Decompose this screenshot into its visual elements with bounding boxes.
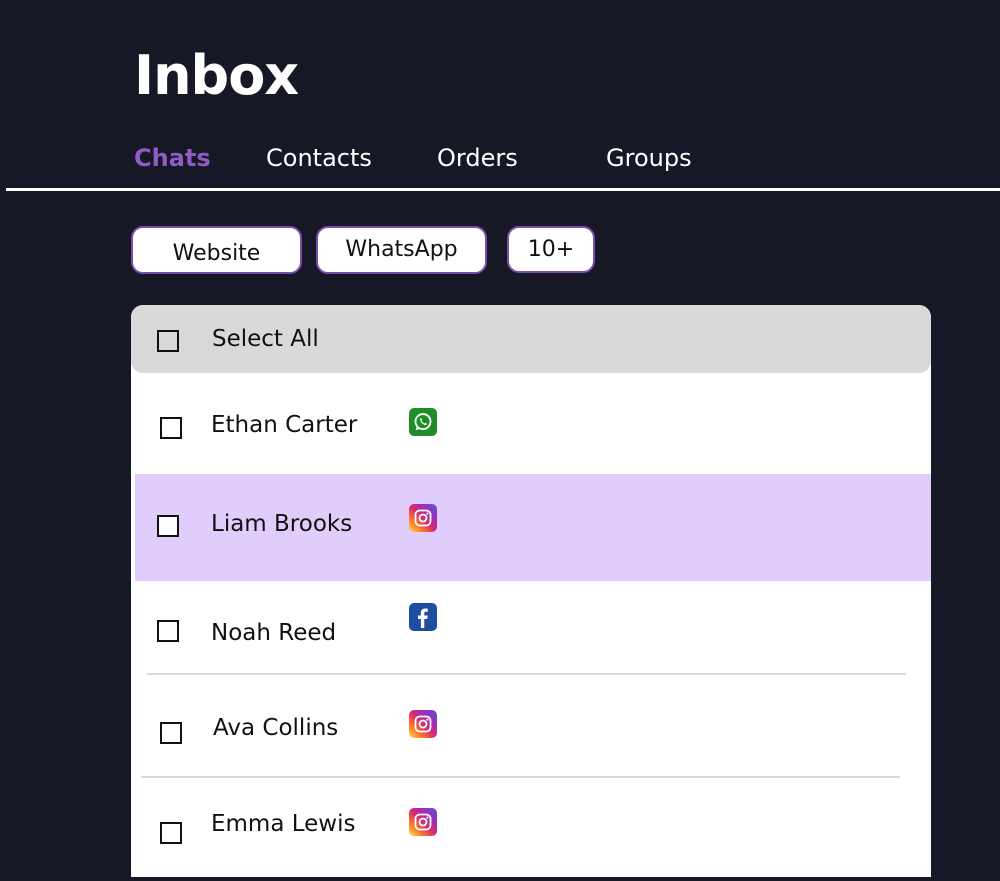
list-item[interactable]: Ethan Carter [135,373,931,474]
tab-orders[interactable]: Orders [437,142,518,174]
tab-contacts[interactable]: Contacts [266,142,372,174]
row-checkbox[interactable] [160,822,182,844]
filter-chip-website[interactable]: Website [131,226,302,274]
list-item[interactable]: Emma Lewis [135,778,931,877]
whatsapp-icon [409,408,437,436]
list-item[interactable]: Ava Collins [135,676,931,776]
select-all-checkbox[interactable] [157,330,179,352]
page-title: Inbox [134,44,299,107]
list-item[interactable]: Liam Brooks [135,474,931,581]
row-divider [147,673,906,675]
row-checkbox[interactable] [160,417,182,439]
instagram-icon [409,808,437,836]
contact-name: Ava Collins [213,715,339,741]
select-all-bar[interactable]: Select All [131,305,931,373]
facebook-icon [409,603,437,631]
contact-name: Liam Brooks [211,511,353,537]
row-checkbox[interactable] [160,722,182,744]
tab-groups[interactable]: Groups [606,142,692,174]
tab-underline-divider [6,188,1000,191]
filter-chip-10-plus[interactable]: 10+ [507,226,595,273]
filter-chip-whatsapp[interactable]: WhatsApp [316,226,487,274]
row-checkbox[interactable] [157,620,179,642]
tab-chats[interactable]: Chats [134,142,211,174]
instagram-icon [409,504,437,532]
select-all-label: Select All [212,326,319,352]
contact-name: Emma Lewis [211,811,356,837]
contact-name: Noah Reed [211,620,337,646]
list-item[interactable]: Noah Reed [135,581,931,676]
instagram-icon [409,710,437,738]
contact-list: Select All Ethan Carter Liam Brooks Noah [131,305,931,877]
contact-name: Ethan Carter [211,412,358,438]
row-checkbox[interactable] [157,515,179,537]
